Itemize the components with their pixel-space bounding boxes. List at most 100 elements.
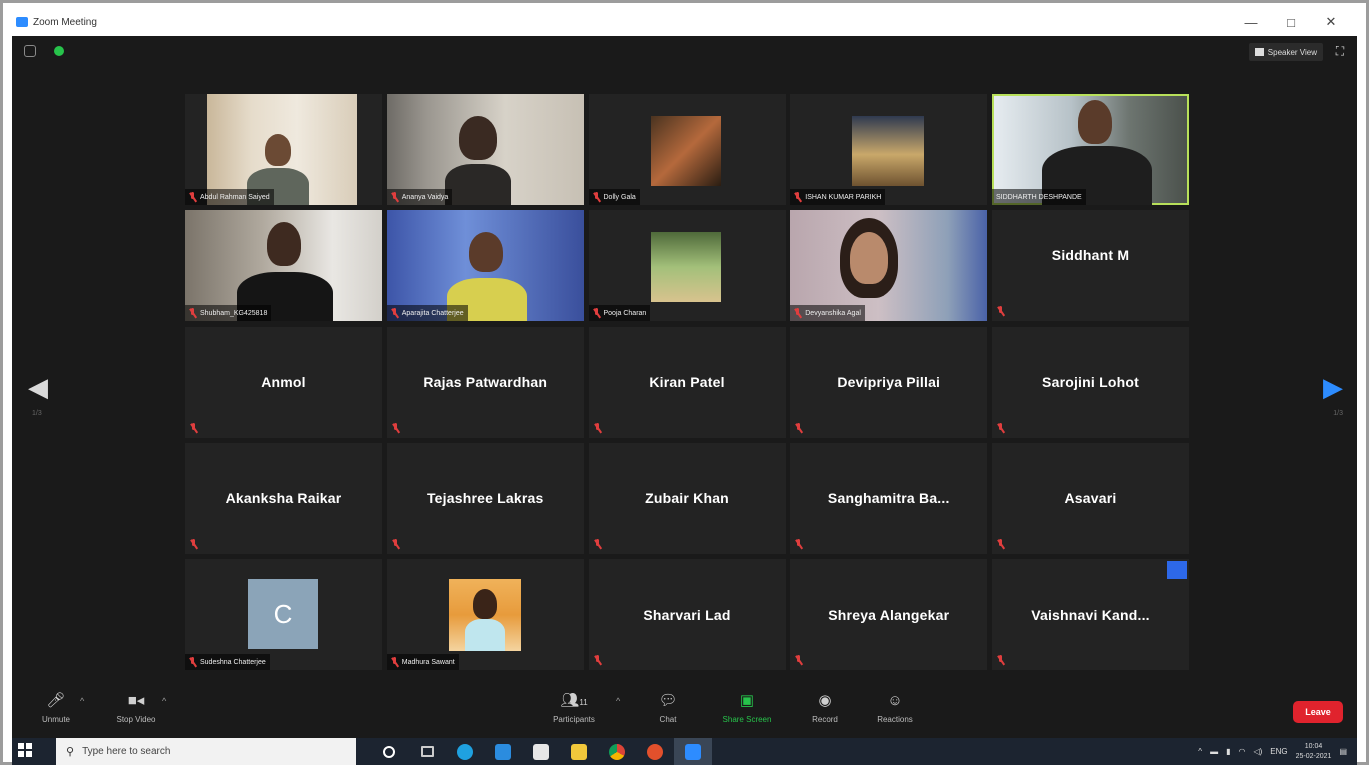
participant-name: Devipriya Pillai: [837, 374, 941, 390]
participant-name: Kiran Patel: [649, 374, 725, 390]
stop-video-button[interactable]: ■◂ Stop Video: [106, 692, 166, 724]
minimize-button[interactable]: —: [1231, 15, 1271, 30]
chrome-icon[interactable]: [598, 738, 636, 765]
participants-button[interactable]: 👥︎11 Participants: [544, 692, 604, 724]
participant-name: Ananya Vaidya: [401, 193, 449, 201]
muted-mic-icon: [795, 655, 802, 665]
participant-tile[interactable]: Asavari: [992, 442, 1189, 554]
participant-video-tile[interactable]: Devyanshika Agal: [790, 210, 988, 322]
participant-tile[interactable]: Kiran Patel: [588, 326, 786, 438]
participant-name: Shreya Alangekar: [828, 606, 950, 623]
participant-tile[interactable]: Siddhant M: [992, 210, 1189, 322]
taskbar-clock[interactable]: 10:04 25-02-2021: [1296, 742, 1332, 762]
participant-name: Sanghamitra Ba...: [827, 490, 950, 507]
reactions-button[interactable]: ☺︎ Reactions: [865, 692, 925, 724]
record-button[interactable]: ◉ Record: [795, 692, 855, 724]
participant-video-tile[interactable]: Abdul Rahman Saiyed: [185, 94, 382, 205]
participant-video-tile[interactable]: Dolly Gala: [588, 94, 786, 205]
cortana-icon[interactable]: [370, 738, 408, 765]
share-screen-label: Share Screen: [722, 715, 772, 724]
muted-mic-icon: [594, 655, 601, 665]
video-feed: [994, 96, 1187, 205]
participant-name: Dolly Gala: [603, 193, 636, 201]
task-view-icon[interactable]: [408, 738, 446, 765]
participant-tile[interactable]: Devipriya Pillai: [790, 326, 988, 438]
participant-tile[interactable]: Vaishnavi Kand...: [992, 559, 1189, 670]
participant-video-tile[interactable]: Shubham_KG425818: [185, 210, 382, 322]
participant-video-tile[interactable]: Ananya Vaidya: [386, 94, 584, 205]
participants-label: Participants: [553, 715, 595, 724]
notifications-icon[interactable]: ▤: [1339, 747, 1347, 756]
security-shield-icon[interactable]: [24, 45, 36, 57]
wifi-icon[interactable]: ◠: [1238, 747, 1245, 756]
speaker-view-button[interactable]: Speaker View: [1248, 43, 1323, 61]
muted-mic-icon: [391, 192, 398, 202]
shopping-bag-icon[interactable]: [522, 738, 560, 765]
store-icon[interactable]: [484, 738, 522, 765]
participant-tile[interactable]: Sarojini Lohot: [992, 326, 1189, 438]
muted-mic-icon: [593, 192, 600, 202]
video-options-chevron-icon[interactable]: ^: [162, 696, 166, 706]
participant-name: Asavari: [1064, 490, 1117, 507]
system-tray: ^ ▬ ▮ ◠ ◁) ENG 10:04 25-02-2021 ▤: [1198, 738, 1347, 765]
mic-muted-icon: 🎤︎: [46, 692, 66, 709]
chat-button[interactable]: 💬︎ Chat: [638, 692, 698, 724]
participant-namebar: SIDDHARTH DESHPANDE: [992, 189, 1086, 205]
participant-tile[interactable]: Sanghamitra Ba...: [790, 442, 988, 554]
participant-tile[interactable]: Madhura Sawant: [386, 559, 584, 670]
close-button[interactable]: ✕: [1311, 14, 1351, 30]
participants-options-chevron-icon[interactable]: ^: [616, 696, 620, 706]
windows-taskbar: ⚲ Type here to search ^ ▬ ▮ ◠ ◁) ENG 10:…: [12, 738, 1357, 765]
participant-name: Sarojini Lohot: [1042, 374, 1139, 390]
participant-tile[interactable]: Akanksha Raikar: [185, 442, 382, 554]
muted-mic-icon: [795, 538, 802, 549]
muted-mic-icon: [593, 308, 600, 318]
participant-tile[interactable]: Rajas Patwardhan: [386, 326, 584, 438]
participant-video-tile[interactable]: ISHAN KUMAR PARIKH: [790, 94, 988, 205]
muted-mic-icon: [594, 422, 601, 433]
tray-chevron-icon[interactable]: ^: [1198, 747, 1202, 756]
input-language[interactable]: ENG: [1270, 747, 1287, 756]
share-screen-button[interactable]: ▣ Share Screen: [717, 692, 777, 724]
office-icon[interactable]: [636, 738, 674, 765]
active-speaker-tile[interactable]: SIDDHARTH DESHPANDE: [992, 94, 1189, 205]
muted-mic-icon: [794, 192, 801, 202]
participant-namebar: Devyanshika Agal: [790, 305, 865, 322]
windows-start-icon[interactable]: [18, 743, 32, 757]
leave-button[interactable]: Leave: [1293, 701, 1343, 723]
battery-icon[interactable]: ▬: [1210, 747, 1218, 756]
participant-name: Abdul Rahman Saiyed: [200, 193, 270, 201]
participant-tile[interactable]: Anmol: [185, 326, 382, 438]
participant-name: Akanksha Raikar: [225, 490, 342, 507]
fullscreen-icon[interactable]: ⛶: [1333, 44, 1347, 58]
mic-tray-icon[interactable]: ▮: [1226, 747, 1230, 756]
participant-tile[interactable]: Zubair Khan: [588, 442, 786, 554]
participant-tile[interactable]: C Sudeshna Chatterjee: [185, 559, 382, 670]
taskbar-search-box[interactable]: ⚲ Type here to search: [56, 738, 356, 765]
participant-namebar: Pooja Charan: [588, 305, 651, 322]
unmute-button[interactable]: 🎤︎ Unmute: [26, 692, 86, 724]
participant-tile[interactable]: Sharvari Lad: [588, 559, 786, 670]
encryption-status-icon[interactable]: [54, 46, 64, 56]
profile-picture: [650, 116, 721, 186]
muted-mic-icon: [392, 538, 399, 549]
participant-video-tile[interactable]: Aparajita Chatterjee: [386, 210, 584, 322]
participant-namebar: Ananya Vaidya: [386, 189, 453, 205]
speaker-view-icon: [1254, 48, 1264, 56]
muted-mic-icon: [997, 655, 1004, 665]
taskbar-apps: [370, 738, 712, 765]
window-controls: — □ ✕: [1231, 8, 1351, 36]
maximize-button[interactable]: □: [1271, 15, 1311, 30]
muted-mic-icon: [189, 192, 196, 202]
edge-browser-icon[interactable]: [446, 738, 484, 765]
zoom-taskbar-icon[interactable]: [674, 738, 712, 765]
previous-page-arrow-icon[interactable]: ◀: [28, 372, 48, 403]
volume-icon[interactable]: ◁): [1253, 747, 1262, 756]
audio-options-chevron-icon[interactable]: ^: [80, 696, 84, 706]
participant-tile[interactable]: Tejashree Lakras: [386, 442, 584, 554]
participant-tile[interactable]: Shreya Alangekar: [790, 559, 988, 670]
next-page-arrow-icon[interactable]: ▶: [1323, 372, 1343, 403]
search-placeholder: Type here to search: [82, 746, 171, 757]
participant-video-tile[interactable]: Pooja Charan: [588, 210, 786, 322]
file-explorer-icon[interactable]: [560, 738, 598, 765]
